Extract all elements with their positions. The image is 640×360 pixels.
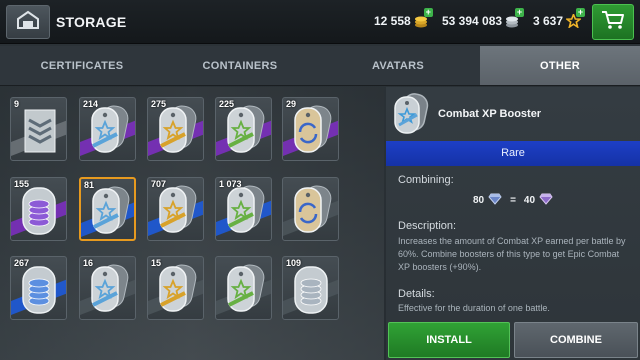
item-count: 109 [286, 258, 302, 268]
gold-balance[interactable]: 12 558 + [374, 8, 433, 28]
equals-sign: = [510, 195, 516, 206]
home-button[interactable] [6, 5, 50, 39]
combining-label: Combining: [398, 174, 454, 186]
gold-amount: 12 558 [374, 14, 411, 28]
storage-item-4[interactable]: 29 [282, 97, 339, 161]
item-count: 15 [151, 258, 162, 268]
tab-containers[interactable]: CONTAINERS [164, 46, 316, 85]
item-count: 9 [14, 99, 20, 109]
description-label: Description: [398, 220, 457, 232]
detail-header: Combat XP Booster [386, 87, 640, 141]
item-count: 225 [219, 99, 235, 109]
item-count: 155 [14, 179, 30, 189]
storage-item-3[interactable]: 225 [215, 97, 272, 161]
storage-item-14[interactable]: 109 [282, 256, 339, 320]
xp-star-icon: + [564, 8, 586, 29]
storage-item-12[interactable]: 15 [147, 256, 204, 320]
epic-gem-icon [539, 193, 553, 208]
rare-gem-icon [488, 193, 502, 208]
cart-icon [601, 10, 625, 35]
rank-chevron-certificate-icon [11, 109, 66, 156]
silver-balance[interactable]: 53 394 083 + [442, 8, 525, 28]
combine-to-count: 40 [523, 195, 536, 206]
detail-title: Combat XP Booster [438, 108, 542, 120]
item-count: 16 [83, 258, 94, 268]
storage-item-11[interactable]: 16 [79, 256, 136, 320]
silver-amount: 53 394 083 [442, 14, 503, 28]
item-count: 707 [151, 179, 167, 189]
storage-item-8[interactable]: 1 073 [215, 177, 272, 241]
description-text: Increases the amount of Combat XP earned… [398, 236, 626, 272]
item-count: 275 [151, 99, 167, 109]
install-button[interactable]: INSTALL [388, 322, 510, 358]
xp-amount: 3 637 [533, 14, 564, 28]
booster-star-green-icon [216, 264, 271, 315]
garage-icon [16, 10, 40, 35]
storage-item-2[interactable]: 275 [147, 97, 204, 161]
storage-item-5[interactable]: 155 [10, 177, 67, 241]
combat-xp-booster-icon [394, 93, 429, 134]
silver-coins-icon: + [505, 8, 525, 28]
page-title: STORAGE [56, 14, 127, 30]
storage-item-1[interactable]: 214 [79, 97, 136, 161]
tab-other[interactable]: OTHER [480, 46, 640, 85]
storage-item-13[interactable] [215, 256, 272, 320]
combine-button[interactable]: COMBINE [514, 322, 638, 358]
storage-item-7[interactable]: 707 [147, 177, 204, 241]
item-count: 29 [286, 99, 297, 109]
item-count: 214 [83, 99, 99, 109]
item-count: 81 [84, 180, 95, 190]
xp-balance[interactable]: 3 637 + [533, 8, 586, 29]
rarity-banner: Rare [386, 141, 640, 166]
storage-item-10[interactable]: 267 [10, 256, 67, 320]
storage-item-6[interactable]: 81 [79, 177, 136, 241]
tab-certificates[interactable]: CERTIFICATES [0, 46, 164, 85]
combine-ratio: 80 = 40 [386, 193, 640, 208]
tab-avatars[interactable]: AVATARS [316, 46, 480, 85]
top-bar: STORAGE 12 558 + 53 394 083 + 3 637 + [0, 0, 640, 44]
combine-from-count: 80 [472, 195, 485, 206]
storage-tabs: CERTIFICATES CONTAINERS AVATARS OTHER [0, 46, 640, 86]
booster-refresh-icon [283, 185, 338, 236]
shop-button[interactable] [592, 4, 634, 40]
storage-item-9[interactable] [282, 177, 339, 241]
details-label: Details: [398, 288, 435, 300]
items-grid: 9 214 275 225 29 155 81 707 1 073 267 16 15 109 [0, 87, 384, 360]
item-count: 267 [14, 258, 30, 268]
item-count: 1 073 [219, 179, 242, 189]
gold-coins-icon: + [414, 8, 433, 28]
storage-item-0[interactable]: 9 [10, 97, 67, 161]
item-detail-panel: Combat XP Booster Rare Combining: 80 = 4… [386, 87, 640, 360]
details-text: Effective for the duration of one battle… [398, 303, 550, 313]
